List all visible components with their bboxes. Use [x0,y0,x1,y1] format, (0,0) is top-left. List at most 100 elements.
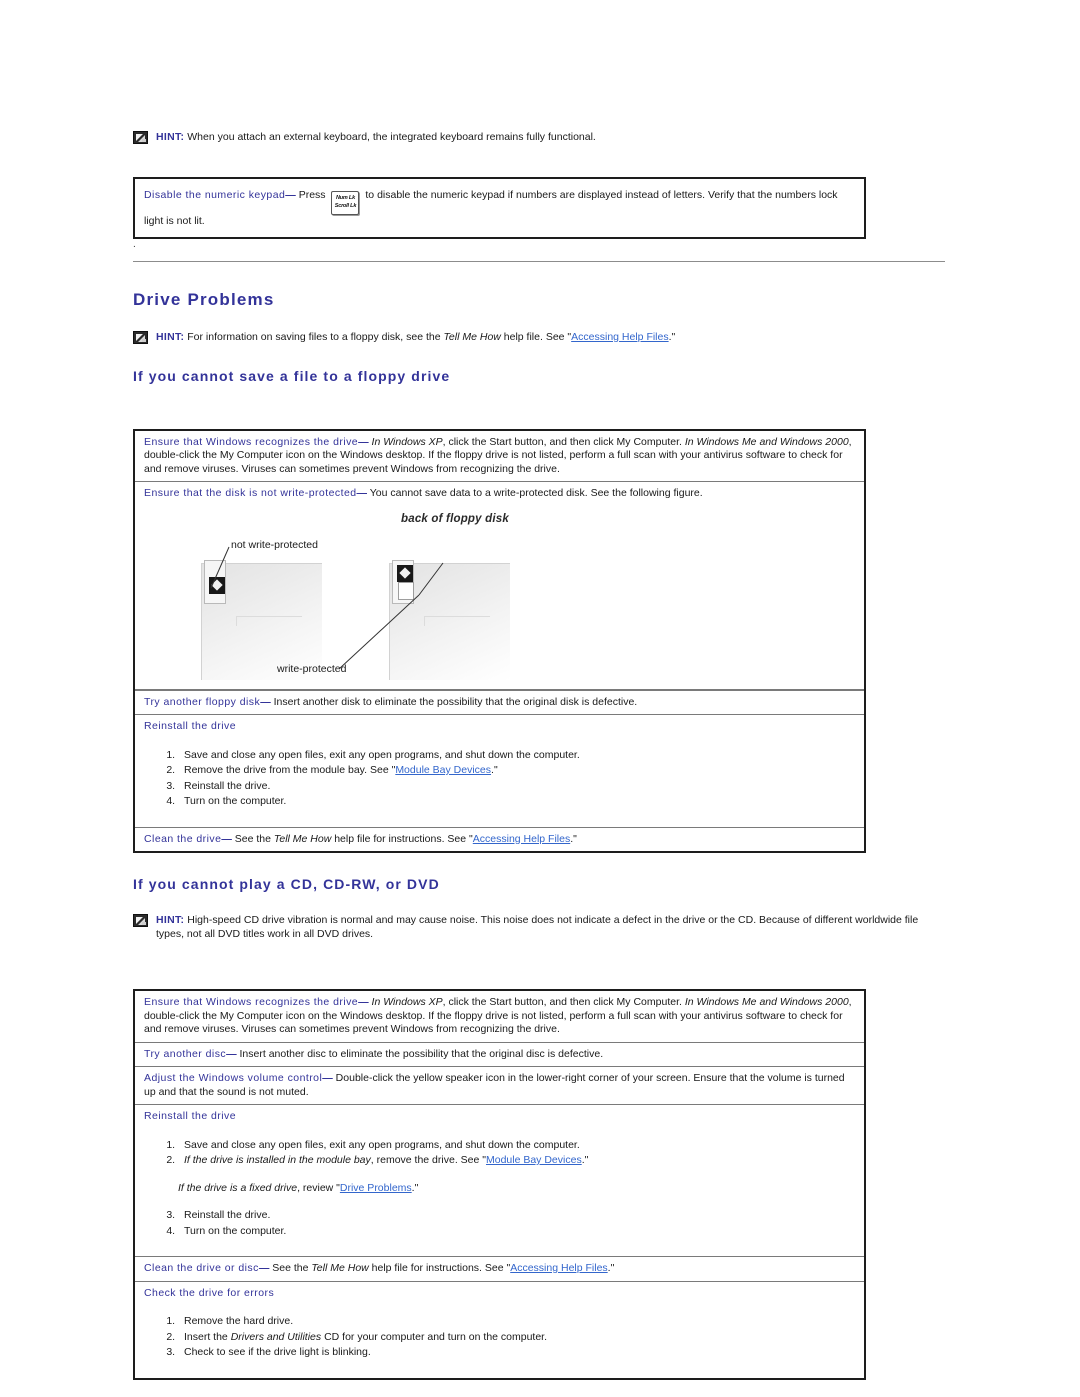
step-text: Remove the hard drive. [184,1315,294,1327]
figure-label-not-write-protected: not write-protected [231,538,318,551]
write-protect-tab-well [392,559,414,604]
table-row: Ensure that the disk is not write-protec… [135,482,864,503]
table-row: Try another floppy disk— Insert another … [135,689,864,715]
section-divider [133,260,945,262]
floppy-troubleshooting-table: Ensure that Windows recognizes the drive… [133,428,866,853]
table-row-check-errors: Check the drive for errors Remove the ha… [135,1282,864,1378]
hint-sentence: High-speed CD drive vibration is normal … [156,914,919,940]
hint-part-1: For information on saving files to a flo… [187,330,444,343]
table-row: Clean the drive or disc— See the Tell Me… [135,1257,864,1282]
list-item: Insert the Drivers and Utilities CD for … [178,1330,856,1346]
list-item: Turn on the computer. [178,1224,856,1240]
row-text-2: help file for instructions. See " [368,1262,511,1274]
link-accessing-help-files[interactable]: Accessing Help Files [571,331,668,343]
list-item: Turn on the computer. [178,794,856,810]
step-text-pre: Remove the drive from the module bay. Se… [184,764,396,776]
document-page: HINT: When you attach an external keyboa… [133,0,947,1380]
stray-mark-area: . [133,239,947,257]
hint-part-2: help file. See " [500,330,572,343]
hint-cd-vibration: HINT: High-speed CD drive vibration is n… [133,913,945,941]
em-dash: — [221,832,232,845]
table-row: Ensure that Windows recognizes the drive… [135,431,864,482]
em-dash: — [260,695,271,708]
hint-note-icon [133,914,148,927]
row-text-1: See the [269,1262,312,1274]
step-italic: Drivers and Utilities [230,1330,322,1343]
stray-mark: . [133,238,136,250]
page-title-drive-problems: Drive Problems [133,289,275,309]
row-term: Ensure that Windows recognizes the drive [144,996,359,1008]
hint-text: HINT: When you attach an external keyboa… [156,130,947,144]
step-text-pre: , remove the drive. See " [370,1154,486,1166]
hint-text: HINT: High-speed CD drive vibration is n… [156,913,945,941]
row-term: Ensure that the disk is not write-protec… [144,487,357,499]
step-text: Save and close any open files, exit any … [184,1138,580,1151]
step-text-pre: Insert the [184,1330,231,1343]
row-italic: Tell Me How [273,832,332,845]
em-dash: — [226,1047,237,1060]
link-module-bay-devices[interactable]: Module Bay Devices [486,1154,582,1166]
row-text-2: help file for instructions. See " [331,832,473,845]
em-dash: — [285,189,296,201]
list-item: Check to see if the drive light is blink… [178,1345,856,1361]
table-row: Adjust the Windows volume control— Doubl… [135,1067,864,1105]
row-italic-2: In Windows Me and Windows 2000 [684,435,849,448]
row-italic-1: In Windows XP [371,996,443,1008]
row-term: Ensure that Windows recognizes the drive [144,435,359,448]
hint-text: HINT: For information on saving files to… [156,330,947,344]
hint-italic: Tell Me How [443,330,501,343]
table-row: Ensure that Windows recognizes the drive… [135,991,864,1043]
step-text: Save and close any open files, exit any … [184,748,580,761]
floppy-disk-figure-row: back of floppy disk not write-protected … [135,503,864,690]
step-text: Reinstall the drive. [184,779,271,792]
row-text-3: ." [570,832,577,845]
row-term: Try another disc [144,1047,227,1060]
hint-note-icon [133,330,148,344]
heading-cd-playback: If you cannot play a CD, CD-RW, or DVD [133,876,440,892]
row-text: You cannot save data to a write-protecte… [367,487,703,499]
row-term: Adjust the Windows volume control [144,1072,323,1084]
hint-label: HINT: [156,330,185,343]
reinstall-steps-list: Save and close any open files, exit any … [144,748,856,810]
link-module-bay-devices[interactable]: Module Bay Devices [395,764,491,776]
floppy-disk-figure: back of floppy disk not write-protected … [143,503,856,689]
keycap-line-2: Scroll Lk [334,203,357,209]
note-italic: If the drive is a fixed drive [178,1181,298,1194]
list-item: Reinstall the drive. [178,779,856,795]
em-dash: — [258,1262,270,1274]
list-item: Save and close any open files, exit any … [178,748,856,764]
link-accessing-help-files[interactable]: Accessing Help Files [510,1262,607,1274]
write-protect-slider-closed [209,576,225,594]
em-dash: — [358,996,369,1008]
link-drive-problems[interactable]: Drive Problems [340,1182,412,1194]
list-item: Reinstall the drive. [178,1208,856,1224]
list-item: Save and close any open files, exit any … [178,1138,856,1154]
step-text-post: ." [581,1154,589,1166]
step-text: Turn on the computer. [184,795,287,807]
disk-shutter-line [424,615,490,617]
hint-label: HINT: [156,914,185,926]
link-accessing-help-files[interactable]: Accessing Help Files [473,833,570,845]
heading-floppy-drive: If you cannot save a file to a floppy dr… [133,367,451,384]
hint-external-keyboard: HINT: When you attach an external keyboa… [133,130,947,144]
row-term: Reinstall the drive [144,720,237,732]
list-item: Remove the hard drive. [178,1314,856,1330]
step-italic: If the drive is installed in the module … [184,1154,371,1166]
em-dash: — [358,435,369,448]
write-protect-tab-well [204,559,226,604]
row-text-3: ." [607,1262,615,1274]
figure-label-write-protected: write-protected [277,662,347,675]
step-text-post: CD for your computer and turn on the com… [321,1330,548,1343]
table-row: Try another disc— Insert another disc to… [135,1043,864,1067]
table-row: Disable the numeric keypad— Press Num Lk… [135,179,864,237]
note-text-pre: , review " [297,1181,340,1194]
row-text-1: See the [231,832,274,845]
table-row-reinstall-drive: Reinstall the drive Save and close any o… [135,1105,864,1257]
reinstall-steps-list: Save and close any open files, exit any … [144,1138,856,1240]
row-italic: Tell Me How [311,1262,369,1274]
hint-saving-files: HINT: For information on saving files to… [133,330,947,344]
hint-part-3: ." [668,330,676,343]
row-term: Clean the drive or disc [144,1262,259,1274]
row-italic-1: In Windows XP [371,435,443,448]
step-text: Turn on the computer. [184,1224,287,1237]
